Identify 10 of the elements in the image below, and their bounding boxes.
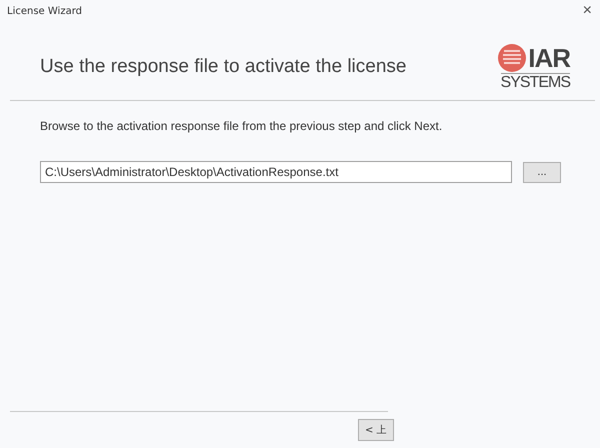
window-title: License Wizard (7, 6, 82, 16)
file-path-field[interactable]: C:\Users\Administrator\Desktop\ActivationResponse.txt (40, 161, 512, 183)
browse-button[interactable]: ... (523, 162, 561, 182)
logo-emblem-icon (497, 42, 528, 72)
logo-subtext: SYSTEMS (500, 72, 570, 92)
close-button[interactable]: × (578, 3, 596, 19)
instruction-text: Browse to the activation response file from the previous step and click Next. (40, 119, 444, 133)
back-button[interactable]: < 上 (358, 419, 394, 441)
page-heading: Use the response file to activate the license (40, 56, 406, 78)
logo-text: IAR (528, 44, 570, 72)
